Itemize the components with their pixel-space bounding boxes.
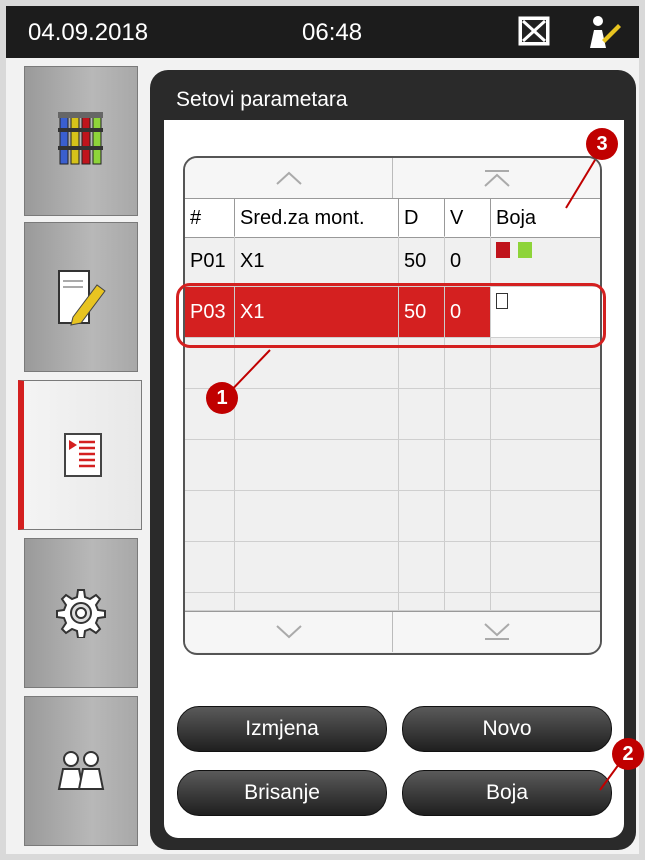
callout-1: 1 bbox=[206, 382, 238, 414]
callout-2: 2 bbox=[612, 738, 644, 770]
callout-3: 3 bbox=[586, 128, 618, 160]
callout-leaders bbox=[223, 159, 623, 791]
